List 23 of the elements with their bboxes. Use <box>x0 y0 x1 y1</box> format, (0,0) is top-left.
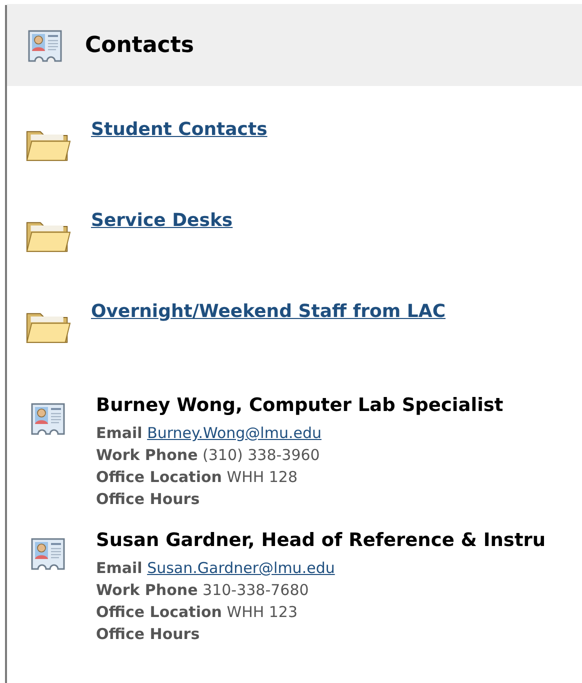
field-value: WHH 128 <box>226 468 298 486</box>
field-label: Office Hours <box>96 490 200 508</box>
field-label: Office Location <box>96 603 222 621</box>
field-label: Work Phone <box>96 581 198 599</box>
page-title: Contacts <box>85 32 194 58</box>
contact-card-icon <box>30 401 66 437</box>
email-link[interactable]: Burney.Wong@lmu.edu <box>147 424 322 442</box>
field-label: Email <box>96 559 142 577</box>
field-value: (310) 338-3960 <box>202 446 320 464</box>
folder-link[interactable]: Service Desks <box>91 210 233 231</box>
field-label: Work Phone <box>96 446 198 464</box>
field-label: Email <box>96 424 142 442</box>
field-value: WHH 123 <box>226 603 298 621</box>
field-label: Office Location <box>96 468 222 486</box>
folder-link[interactable]: Overnight/Weekend Staff from LAC <box>91 301 446 322</box>
contact-card-icon <box>27 28 63 64</box>
field-label: Office Hours <box>96 625 200 643</box>
contact-name: Susan Gardner, Head of Reference & Instru <box>96 530 546 551</box>
email-link[interactable]: Susan.Gardner@lmu.edu <box>147 559 335 577</box>
contact-card-icon <box>30 536 66 572</box>
folder-link[interactable]: Student Contacts <box>91 119 268 140</box>
field-value: 310-338-7680 <box>202 581 309 599</box>
contact-name: Burney Wong, Computer Lab Specialist <box>96 395 504 416</box>
